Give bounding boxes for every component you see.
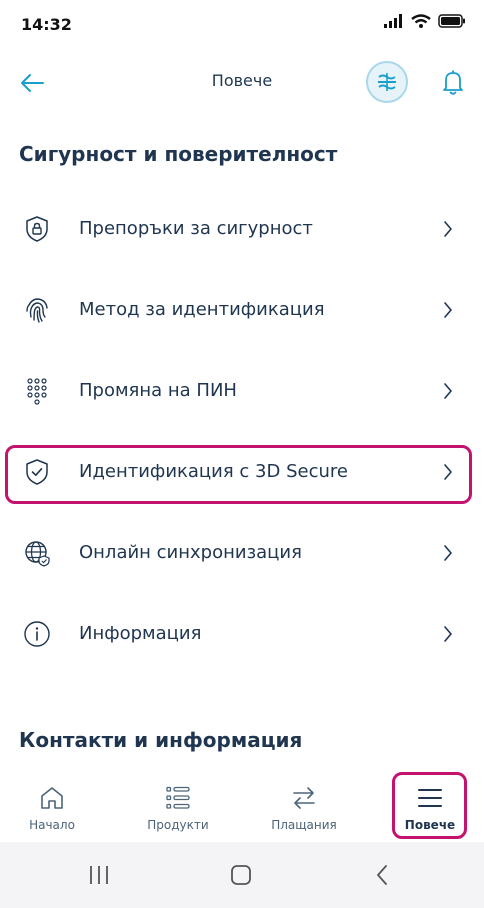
menu-item-identification-method[interactable]: Метод за идентификация [0,269,484,350]
notifications-button[interactable] [438,67,468,97]
wifi-icon [411,14,431,28]
bottom-nav: Начало Продукти Плащания Повече [0,770,484,842]
section-title-security: Сигурност и поверителност [19,142,338,166]
signal-icon [384,14,402,28]
section-title-contacts: Контакти и информация [19,728,303,752]
bell-icon [443,70,463,95]
nav-item-label: Начало [29,818,75,832]
chevron-right-icon [444,464,452,480]
menu-item-label: Идентификация с 3D Secure [79,461,348,482]
nav-item-products[interactable]: Продукти [128,770,228,842]
nav-item-label: Продукти [147,818,209,832]
globe-shield-icon [25,541,50,567]
info-icon [24,621,50,647]
home-system-button[interactable] [226,860,256,890]
chevron-right-icon [444,626,452,642]
chevron-right-icon [444,545,452,561]
nav-item-more[interactable]: Повече [380,770,480,842]
menu-item-information[interactable]: Информация [0,593,484,674]
recent-apps-icon [90,866,108,884]
arrow-left-icon [21,74,44,92]
brand-logo-button[interactable] [366,61,408,103]
status-icons [384,14,466,28]
status-time: 14:32 [21,15,72,34]
security-menu-list: Препоръки за сигурност Метод за идентифи… [0,188,484,674]
page-title: Повече [211,71,273,90]
back-system-button[interactable] [368,860,398,890]
app-header: Повече [0,50,484,112]
chevron-right-icon [444,221,452,237]
chevron-right-icon [444,383,452,399]
nav-item-payments[interactable]: Плащания [254,770,354,842]
system-nav-bar [0,842,484,908]
shield-lock-icon [26,216,48,242]
home-icon [41,787,63,809]
fingerprint-icon [26,298,48,323]
menu-item-online-sync[interactable]: Онлайн синхронизация [0,512,484,593]
menu-item-label: Онлайн синхронизация [79,542,302,563]
transfer-icon [293,787,315,809]
battery-icon [438,14,465,28]
recent-apps-button[interactable] [84,860,114,890]
nav-item-label: Повече [404,818,456,832]
chevron-right-icon [444,302,452,318]
menu-icon [418,789,442,807]
status-bar: 14:32 [0,0,484,50]
menu-item-change-pin[interactable]: Промяна на ПИН [0,350,484,431]
menu-item-security-recommendations[interactable]: Препоръки за сигурност [0,188,484,269]
back-chevron-icon [377,865,387,885]
nav-item-home[interactable]: Начало [2,770,102,842]
nav-item-label: Плащания [271,818,337,832]
shield-check-icon [26,459,48,485]
menu-item-3d-secure[interactable]: Идентификация с 3D Secure [0,431,484,512]
menu-item-label: Информация [79,623,202,644]
keypad-icon [27,378,47,405]
brand-logo-icon [378,73,396,91]
list-icon [166,786,190,809]
menu-item-label: Промяна на ПИН [79,380,237,401]
menu-item-label: Метод за идентификация [79,299,325,320]
back-button[interactable] [18,68,48,98]
menu-item-label: Препоръки за сигурност [79,218,313,239]
home-square-icon [231,865,251,885]
